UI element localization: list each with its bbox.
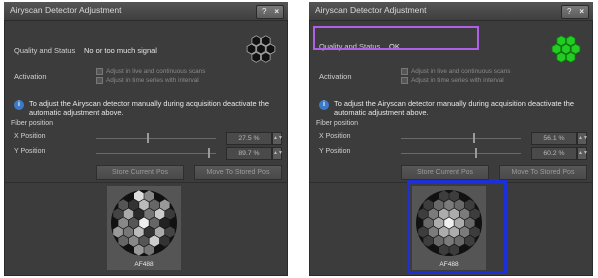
title-bar: Airyscan Detector Adjustment ? × — [4, 2, 288, 21]
store-current-pos-button[interactable]: Store Current Pos — [96, 165, 184, 180]
status-hex-cell — [246, 43, 257, 55]
activation-label: Activation — [14, 72, 47, 81]
y-position-label: Y Position — [14, 148, 46, 155]
activation-label: Activation — [319, 72, 352, 81]
x-slider-thumb[interactable] — [473, 133, 475, 143]
status-hex-cell — [565, 35, 576, 47]
status-hex-cell — [260, 51, 271, 63]
checkbox-time-series-label: Adjust in time series with interval — [411, 77, 504, 85]
quality-status-label: Quality and Status — [14, 46, 76, 55]
status-hex-cell — [256, 43, 266, 55]
checkbox-live-continuous-label: Adjust in live and continuous scans — [411, 68, 511, 76]
divider — [4, 182, 288, 183]
x-slider-thumb[interactable] — [147, 133, 149, 143]
y-slider-thumb[interactable] — [208, 148, 210, 158]
y-spin-icon[interactable]: ▲▼ — [577, 147, 588, 160]
info-icon: i — [14, 100, 24, 110]
close-icon[interactable]: × — [274, 6, 279, 18]
x-position-field[interactable]: 27.5 % — [226, 132, 272, 145]
y-position-label: Y Position — [319, 148, 351, 155]
detector-array-icon — [111, 190, 177, 256]
status-hex-cell — [260, 35, 271, 47]
x-position-label: X Position — [319, 133, 351, 140]
x-position-field[interactable]: 56.1 % — [531, 132, 577, 145]
x-position-slider[interactable] — [96, 133, 216, 143]
help-icon[interactable]: ? — [262, 6, 266, 18]
close-icon[interactable]: × — [579, 6, 584, 18]
checkbox-time-series[interactable]: Adjust in time series with interval — [96, 77, 199, 84]
x-spin-icon[interactable]: ▲▼ — [272, 132, 283, 145]
move-to-stored-pos-button[interactable]: Move To Stored Pos — [499, 165, 587, 180]
titlebar-buttons: ? × — [256, 5, 284, 19]
quality-status-highlight — [313, 26, 479, 50]
detector-highlight — [407, 180, 507, 274]
x-position-slider[interactable] — [401, 133, 521, 143]
status-hex-cell — [265, 43, 276, 55]
x-position-label: X Position — [14, 133, 46, 140]
status-hex-cell — [251, 51, 262, 63]
x-spin-icon[interactable]: ▲▼ — [577, 132, 588, 145]
checkbox-time-series-label: Adjust in time series with interval — [106, 77, 199, 85]
airyscan-panel-left: Airyscan Detector Adjustment ? × Quality… — [4, 2, 288, 276]
y-position-slider[interactable] — [96, 148, 216, 158]
status-hex-cell — [251, 35, 262, 47]
status-hex-cell — [556, 51, 567, 63]
status-hex-cell — [570, 43, 581, 55]
airyscan-panel-right: Airyscan Detector Adjustment ? × Quality… — [309, 2, 593, 276]
title-bar: Airyscan Detector Adjustment ? × — [309, 2, 593, 21]
detector-image: AF488 — [107, 186, 181, 270]
fiber-position-label: Fiber position — [316, 120, 359, 127]
titlebar-buttons: ? × — [561, 5, 589, 19]
info-note: To adjust the Airyscan detector manually… — [29, 99, 269, 117]
checkbox-live-continuous[interactable]: Adjust in live and continuous scans — [401, 68, 510, 75]
fiber-position-label: Fiber position — [11, 120, 54, 127]
status-hex-cell — [561, 43, 571, 55]
move-to-stored-pos-button[interactable]: Move To Stored Pos — [194, 165, 282, 180]
status-hex-cell — [556, 35, 567, 47]
detector-caption: AF488 — [134, 261, 154, 268]
quality-status-value: No or too much signal — [84, 46, 157, 55]
status-hex-icon — [551, 35, 581, 63]
checkbox-live-continuous-label: Adjust in live and continuous scans — [106, 68, 206, 76]
store-current-pos-button[interactable]: Store Current Pos — [401, 165, 489, 180]
status-hex-cell — [565, 51, 576, 63]
status-hex-icon — [246, 35, 276, 63]
y-position-field[interactable]: 89.7 % — [226, 147, 272, 160]
window-title: Airyscan Detector Adjustment — [315, 5, 427, 15]
info-icon: i — [319, 100, 329, 110]
y-position-slider[interactable] — [401, 148, 521, 158]
checkbox-live-continuous[interactable]: Adjust in live and continuous scans — [96, 68, 205, 75]
status-hex-cell — [551, 43, 562, 55]
info-note: To adjust the Airyscan detector manually… — [334, 99, 574, 117]
y-position-field[interactable]: 60.2 % — [531, 147, 577, 160]
window-title: Airyscan Detector Adjustment — [10, 5, 122, 15]
checkbox-time-series[interactable]: Adjust in time series with interval — [401, 77, 504, 84]
y-spin-icon[interactable]: ▲▼ — [272, 147, 283, 160]
help-icon[interactable]: ? — [567, 6, 571, 18]
y-slider-thumb[interactable] — [475, 148, 477, 158]
